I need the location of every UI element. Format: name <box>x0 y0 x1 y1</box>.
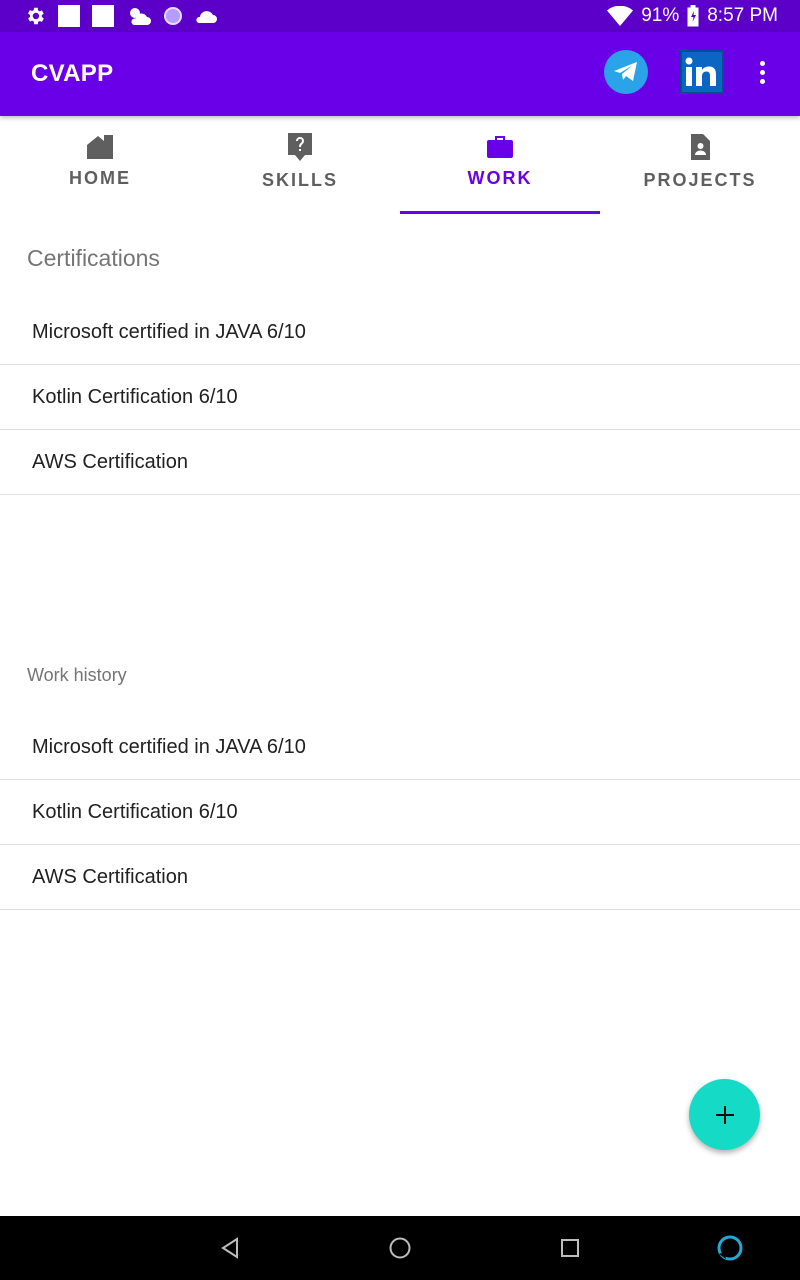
certifications-list: Microsoft certified in JAVA 6/10 Kotlin … <box>0 300 800 495</box>
list-item[interactable]: Microsoft certified in JAVA 6/10 <box>0 715 800 780</box>
tab-home[interactable]: HOME <box>0 116 200 214</box>
wifi-icon <box>607 6 634 26</box>
assistant-button[interactable] <box>716 1234 744 1262</box>
status-icons-right: 91% 8:57 PM <box>607 5 778 27</box>
list-item[interactable]: AWS Certification <box>0 845 800 910</box>
status-icons-left <box>24 5 218 27</box>
app-bar: CVAPP <box>0 32 800 116</box>
tab-skills[interactable]: SKILLS <box>200 116 400 214</box>
work-history-title: Work history <box>27 665 127 685</box>
tab-indicator <box>400 211 600 214</box>
status-bar: 91% 8:57 PM <box>0 0 800 32</box>
tab-label: HOME <box>69 168 131 188</box>
app-title: CVAPP <box>31 60 114 87</box>
telegram-icon <box>614 62 637 81</box>
work-history-list: Microsoft certified in JAVA 6/10 Kotlin … <box>0 715 800 910</box>
back-icon <box>221 1237 238 1259</box>
list-item[interactable]: Kotlin Certification 6/10 <box>0 780 800 845</box>
clock: 8:57 PM <box>707 5 778 26</box>
back-button[interactable] <box>216 1234 244 1262</box>
battery-percent: 91% <box>641 5 680 26</box>
cloud-icon <box>196 11 217 23</box>
tab-bar: HOME SKILLS WORK PROJECTS <box>0 116 800 214</box>
system-nav-bar <box>0 1216 800 1280</box>
help-icon <box>288 133 312 161</box>
circle-icon <box>164 7 182 25</box>
home-icon <box>87 135 113 159</box>
certifications-title: Certifications <box>27 245 160 271</box>
square-icon <box>58 5 80 27</box>
cloud-sun-icon <box>130 8 151 25</box>
app-bar-actions <box>604 50 776 94</box>
tab-label: SKILLS <box>261 170 338 190</box>
badge-document-icon <box>691 134 710 160</box>
add-icon <box>715 1105 734 1124</box>
recents-button[interactable] <box>556 1234 584 1262</box>
telegram-button[interactable] <box>604 50 648 94</box>
tab-work[interactable]: WORK <box>400 116 600 214</box>
linkedin-button[interactable] <box>680 50 724 94</box>
briefcase-icon <box>487 136 513 158</box>
tab-projects[interactable]: PROJECTS <box>600 116 800 214</box>
list-item[interactable]: AWS Certification <box>0 430 800 495</box>
alexa-icon <box>717 1235 743 1261</box>
more-options-button[interactable] <box>748 50 776 94</box>
square-icon <box>92 5 114 27</box>
tab-label: WORK <box>467 168 533 188</box>
linkedin-icon <box>685 57 716 86</box>
tab-label: PROJECTS <box>643 170 757 190</box>
list-item[interactable]: Kotlin Certification 6/10 <box>0 365 800 430</box>
home-button[interactable] <box>386 1234 414 1262</box>
battery-icon <box>687 5 699 27</box>
list-item[interactable]: Microsoft certified in JAVA 6/10 <box>0 300 800 365</box>
gear-icon <box>28 7 44 25</box>
add-button[interactable] <box>689 1079 760 1150</box>
more-vert-icon <box>759 60 765 66</box>
home-circle-icon <box>389 1237 411 1259</box>
recents-icon <box>561 1239 579 1257</box>
